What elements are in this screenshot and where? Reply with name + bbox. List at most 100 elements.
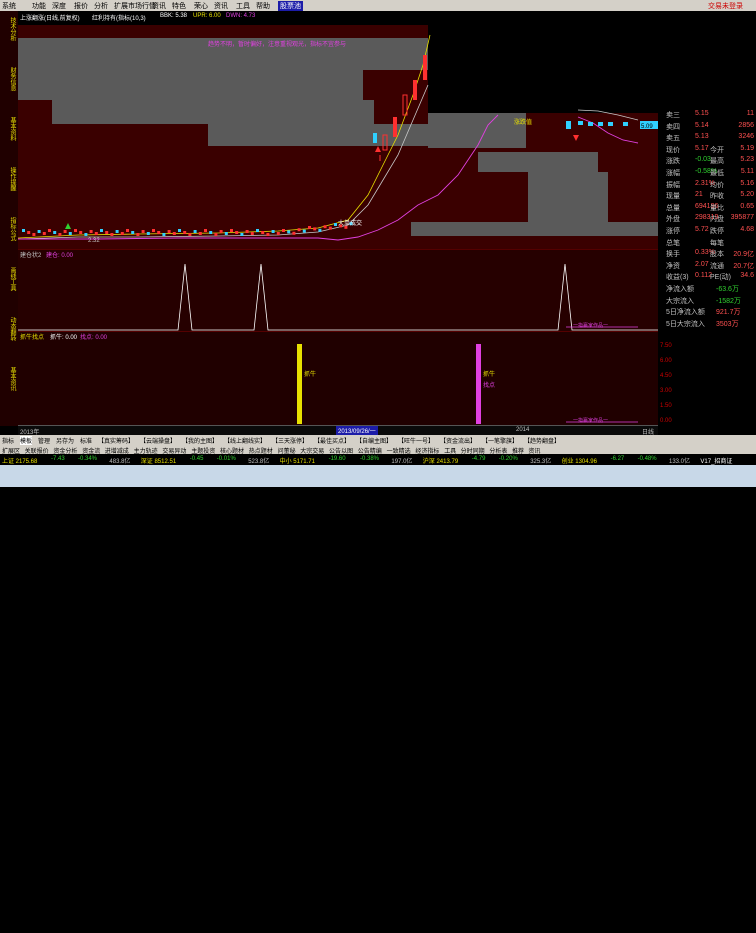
time-cursor: 2013/09/26/一 bbox=[336, 426, 378, 435]
quote-row: 5日净流入额 921.7万 bbox=[664, 307, 756, 317]
formula-tab[interactable]: 【线上翻线实】 bbox=[224, 436, 266, 445]
menu-item[interactable]: 资讯 bbox=[214, 1, 228, 11]
zhuaniu-marker-2: 抓牛 bbox=[483, 370, 495, 378]
indicator-name[interactable]: 红利持有(指标(10,3) bbox=[92, 13, 146, 22]
status-item: 沪深 2413.79 bbox=[422, 459, 459, 465]
quote-label: 量比 bbox=[710, 204, 724, 212]
quote-label: 最高 bbox=[710, 158, 724, 166]
left-tab[interactable]: 指标公式 bbox=[3, 217, 15, 241]
menu-item[interactable]: 报价 bbox=[74, 1, 88, 11]
formula-tab[interactable]: 【云端操盘】 bbox=[140, 436, 176, 445]
candle bbox=[266, 233, 270, 236]
formula-tab[interactable]: 【资金流出】 bbox=[440, 436, 476, 445]
quote-row: 净流入额 -63.6万 bbox=[664, 284, 756, 294]
main-kline-chart[interactable]: 趋势不明，暂时偏好，注意重视观光，指标不宜参与 2.32 大单成交 涨跌值 5.… bbox=[18, 25, 658, 249]
quote-value: 5.14 bbox=[695, 121, 709, 129]
menu-item[interactable]: 资讯 bbox=[152, 1, 166, 11]
menu-item[interactable]: 工具 bbox=[236, 1, 250, 11]
formula-tab[interactable]: 【自编主图】 bbox=[356, 436, 392, 445]
menu-item[interactable]: 深度 bbox=[52, 1, 66, 11]
candle bbox=[37, 230, 41, 233]
quote-value: 5.72 bbox=[695, 226, 709, 233]
candle bbox=[209, 231, 213, 234]
formula-tab[interactable]: 【趋势翻盘】 bbox=[524, 436, 560, 445]
formula-tab[interactable]: 模板 bbox=[20, 436, 33, 445]
menu-item[interactable]: 荣心 bbox=[194, 1, 208, 11]
formula-tab[interactable]: 另存为 bbox=[56, 436, 74, 445]
formula-tab[interactable]: 【真实筹码】 bbox=[98, 436, 134, 445]
login-status[interactable]: 交易未登录 bbox=[708, 1, 743, 11]
quote-label: 内盘 bbox=[710, 216, 724, 224]
ind1-value: 建仓: 0.00 bbox=[46, 251, 74, 259]
quote-row: 涨跌 -0.03 最高 5.23 bbox=[664, 156, 756, 166]
formula-tab[interactable]: 标准 bbox=[80, 436, 92, 445]
candle bbox=[48, 229, 51, 232]
quote-label: 股本 bbox=[710, 251, 724, 259]
menu-item[interactable]: 系统 bbox=[2, 1, 16, 11]
menu-item[interactable]: 功能 bbox=[32, 1, 46, 11]
candle bbox=[245, 230, 249, 233]
status-item: 197.0亿 bbox=[391, 459, 413, 465]
quote-label: 总量 bbox=[666, 204, 680, 212]
ind1-name: 建仓状2 bbox=[20, 251, 42, 259]
formula-tab[interactable]: 指标 bbox=[2, 436, 14, 445]
quote-row: 换手 0.33% 股本 20.9亿 bbox=[664, 249, 756, 259]
candle bbox=[157, 231, 161, 234]
watermark: www.7gpzb.com bbox=[638, 921, 724, 933]
menu-item[interactable]: 特色 bbox=[172, 1, 186, 11]
status-item: 深证 8512.51 bbox=[140, 459, 177, 465]
quote-row: 总量 694196 量比 0.65 bbox=[664, 203, 756, 213]
indicator-panel-1[interactable]: 建仓状2 建仓: 0.00 一指赢家作品一 bbox=[18, 249, 658, 332]
sell-arrow bbox=[573, 135, 579, 141]
quote-label: 昨收 bbox=[710, 193, 724, 201]
left-tab[interactable]: 操作提醒 bbox=[3, 167, 15, 191]
ind1-footer: 一指赢家作品一 bbox=[573, 322, 608, 329]
menu-item-highlight[interactable]: 股票池 bbox=[278, 1, 303, 11]
menu-item[interactable]: 帮助 bbox=[256, 1, 270, 11]
quote-value: 20.9亿 bbox=[733, 251, 754, 259]
formula-tab[interactable]: 【最佳买点】 bbox=[314, 436, 350, 445]
candle bbox=[204, 229, 207, 232]
low-price-label: 2.32 bbox=[88, 238, 100, 244]
formula-tab[interactable]: 【一笔擎旗】 bbox=[482, 436, 518, 445]
candle bbox=[323, 225, 327, 229]
candle bbox=[178, 229, 181, 232]
candle bbox=[100, 229, 103, 232]
quote-value: 2856 bbox=[738, 121, 754, 129]
candle bbox=[141, 230, 145, 233]
chip-block bbox=[528, 172, 608, 222]
menu-item[interactable]: 分析 bbox=[94, 1, 108, 11]
quote-row: 大宗流入 -1582万 bbox=[664, 296, 756, 306]
status-item: -4.79 bbox=[471, 456, 486, 462]
formula-tab[interactable]: 【三天涨停】 bbox=[272, 436, 308, 445]
left-tab[interactable]: 画线工具 bbox=[3, 267, 15, 291]
left-tab[interactable]: 财务信息 bbox=[3, 67, 15, 91]
axis-tick: 4.50 bbox=[660, 373, 672, 379]
menu-item[interactable]: 扩展市场行情 bbox=[114, 1, 156, 11]
mid-signal-label: 涨跌值 bbox=[514, 118, 532, 126]
axis-tick: 1.50 bbox=[660, 403, 672, 409]
quote-value: 5.13 bbox=[695, 133, 709, 141]
formula-tab[interactable]: 【我的主图】 bbox=[182, 436, 218, 445]
candle bbox=[58, 233, 62, 236]
quote-row: 涨停 5.72 跌停 4.68 bbox=[664, 226, 756, 236]
left-tab[interactable]: 基本资料 bbox=[3, 117, 15, 141]
quote-row: 卖三 5.15 11 bbox=[664, 110, 756, 120]
left-tab[interactable]: 动态翻转 bbox=[3, 317, 15, 341]
status-item: 483.8亿 bbox=[109, 459, 131, 465]
left-tab[interactable]: 基本资讯 bbox=[3, 367, 15, 391]
candle bbox=[297, 228, 301, 232]
candle bbox=[152, 229, 155, 232]
candle bbox=[120, 232, 124, 235]
candle bbox=[219, 230, 223, 233]
left-tab[interactable]: 技术分析 bbox=[3, 17, 15, 41]
formula-tab[interactable]: 管理 bbox=[38, 436, 50, 445]
status-item: -0.48% bbox=[637, 456, 657, 462]
quote-value: -1582万 bbox=[716, 297, 741, 305]
quote-row: 现量 21 昨收 5.20 bbox=[664, 191, 756, 201]
candle bbox=[224, 232, 228, 235]
formula-tab[interactable]: 【旺牛一号】 bbox=[398, 436, 434, 445]
indicator-panel-2[interactable]: 抓牛找点 抓牛: 0.00 找点: 0.00 抓牛 抓牛 找点 一指赢家作品一 bbox=[18, 331, 658, 426]
quote-label: 外盘 bbox=[666, 216, 680, 224]
quote-label: 今开 bbox=[710, 146, 724, 154]
